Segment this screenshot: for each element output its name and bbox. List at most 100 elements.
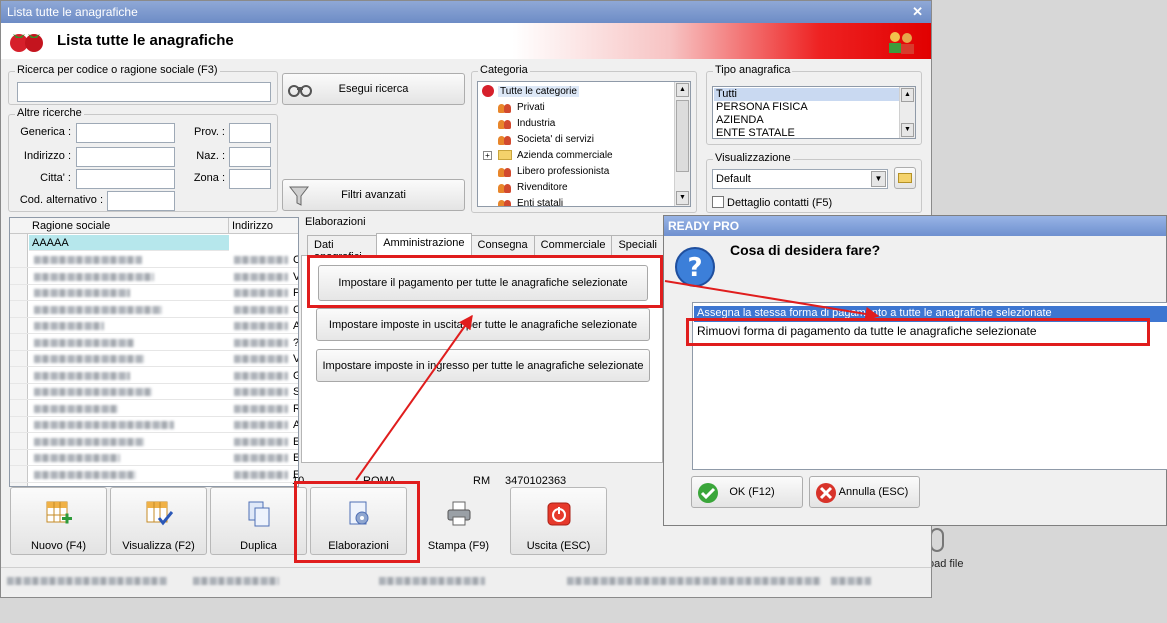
blurred-address — [234, 454, 288, 462]
table-row[interactable]: E — [10, 434, 298, 450]
generica-input[interactable] — [76, 123, 175, 143]
table-row[interactable]: V — [10, 351, 298, 367]
duplica-button[interactable]: Duplica — [210, 487, 307, 555]
table-row-selected[interactable]: AAAAA — [29, 235, 229, 251]
status-blurred-text — [7, 577, 167, 585]
visualizzazione-select[interactable]: Default ▼ — [712, 169, 888, 189]
annulla-button[interactable]: Annulla (ESC) — [809, 476, 920, 508]
visualizzazione-legend: Visualizzazione — [713, 152, 793, 164]
filtri-avanzati-button[interactable]: Filtri avanzati — [282, 179, 465, 211]
svg-text:?: ? — [687, 253, 702, 283]
blurred-name — [34, 437, 144, 446]
naz-input[interactable] — [229, 147, 271, 167]
cancel-icon — [816, 483, 836, 503]
scroll-down-icon[interactable]: ▼ — [676, 191, 689, 205]
header-strip: Lista tutte le anagrafiche — [1, 23, 931, 59]
column-divider — [228, 218, 229, 234]
tipo-scrollbar[interactable]: ▲ ▼ — [899, 87, 915, 138]
tab-consegna[interactable]: Consegna — [470, 235, 535, 255]
category-item[interactable]: Industria — [498, 115, 555, 131]
uscita-button[interactable]: Uscita (ESC) — [510, 487, 607, 555]
nuovo-button[interactable]: Nuovo (F4) — [10, 487, 107, 555]
status-blurred-text — [831, 577, 871, 585]
scroll-up-icon[interactable]: ▲ — [676, 83, 689, 97]
zona-input[interactable] — [229, 169, 271, 189]
cod-alternativo-input[interactable] — [107, 191, 175, 211]
category-item[interactable]: Societa' di servizi — [498, 131, 594, 147]
blurred-name — [34, 421, 174, 429]
tipo-item[interactable]: ENTE STATALE — [716, 127, 795, 138]
prov-label: Prov. : — [194, 126, 225, 138]
column-header[interactable]: Indirizzo — [232, 220, 273, 232]
table-row[interactable]: G — [10, 368, 298, 384]
expand-icon[interactable]: + — [483, 151, 492, 160]
zona-label: Zona : — [193, 172, 225, 184]
search-group: Ricerca per codice o ragione sociale (F3… — [8, 64, 278, 105]
open-folder-button[interactable] — [894, 167, 916, 189]
search-legend: Ricerca per codice o ragione sociale (F3… — [15, 64, 220, 76]
anagrafiche-grid[interactable]: Ragione sociale Indirizzo AAAAA CVPCA?VG… — [9, 217, 299, 487]
category-item[interactable]: Azienda commerciale — [498, 147, 613, 163]
elaborazioni-tabs: Dati anagrafici Amministrazione Consegna… — [307, 233, 664, 263]
scroll-thumb[interactable] — [676, 100, 689, 172]
blurred-address — [234, 470, 288, 479]
elaborazioni-panel: Elaborazioni Dati anagrafici Amministraz… — [299, 213, 664, 475]
tab-dati-anagrafici[interactable]: Dati anagrafici — [307, 235, 378, 263]
tab-amministrazione[interactable]: Amministrazione — [376, 233, 472, 255]
close-icon[interactable]: ✕ — [912, 4, 923, 20]
dialog-title: READY PRO — [664, 216, 1166, 236]
chevron-down-icon[interactable]: ▼ — [871, 171, 886, 187]
table-row[interactable]: E — [10, 467, 298, 483]
category-item[interactable]: Privati — [498, 99, 545, 115]
tipo-item[interactable]: AZIENDA — [716, 114, 764, 127]
scroll-down-icon[interactable]: ▼ — [901, 123, 914, 137]
category-item[interactable]: Enti statali — [498, 195, 563, 206]
categoria-scrollbar[interactable]: ▲ ▼ — [674, 82, 690, 206]
category-item[interactable]: Libero professionista — [498, 163, 609, 179]
blurred-name — [34, 454, 120, 462]
table-row[interactable]: A — [10, 318, 298, 334]
scroll-up-icon[interactable]: ▲ — [901, 88, 914, 102]
blurred-address — [234, 338, 288, 347]
blurred-address — [234, 256, 288, 264]
blurred-name — [34, 355, 144, 363]
table-row[interactable]: C — [10, 252, 298, 268]
categoria-tree[interactable]: Tutte le categorie Privati Industria Soc… — [477, 81, 691, 207]
prov-input[interactable] — [229, 123, 271, 143]
grid-bottom-prov: RM — [473, 475, 491, 487]
visualizza-button[interactable]: Visualizza (F2) — [110, 487, 207, 555]
background-file-label: oad file — [928, 558, 964, 570]
category-item[interactable]: Tutte le categorie — [482, 83, 579, 99]
esegui-ricerca-button[interactable]: Esegui ricerca — [282, 73, 465, 105]
tab-speciali[interactable]: Speciali — [611, 235, 664, 255]
tipo-list[interactable]: Tutti PERSONA FISICA AZIENDA ENTE STATAL… — [712, 86, 916, 139]
tipo-item[interactable]: PERSONA FISICA — [716, 101, 808, 114]
tipo-item[interactable]: Tutti — [716, 88, 737, 101]
table-row[interactable]: R — [10, 401, 298, 417]
table-row[interactable]: S — [10, 384, 298, 400]
imposte-ingresso-button[interactable]: Impostare imposte in ingresso per tutte … — [316, 349, 650, 382]
altre-legend: Altre ricerche — [15, 107, 84, 119]
table-row[interactable]: A — [10, 417, 298, 433]
status-bar — [1, 567, 931, 593]
category-item[interactable]: Rivenditore — [498, 179, 568, 195]
tab-commerciale[interactable]: Commerciale — [533, 235, 613, 255]
ok-button[interactable]: OK (F12) — [691, 476, 803, 508]
dettaglio-checkbox[interactable] — [712, 196, 724, 208]
imposte-uscita-button[interactable]: Impostare imposte in uscita per tutte le… — [316, 308, 650, 341]
grid-bottom-phone: 3470102363 — [505, 475, 567, 487]
blurred-name — [34, 371, 130, 380]
search-input[interactable] — [17, 82, 271, 102]
table-row[interactable]: E — [10, 450, 298, 466]
table-row[interactable]: V — [10, 269, 298, 285]
stampa-button[interactable]: Stampa (F9) — [410, 487, 507, 555]
selected-highlight — [714, 88, 899, 101]
table-row[interactable]: ? — [10, 335, 298, 351]
column-header[interactable]: Ragione sociale — [32, 220, 110, 232]
indirizzo-input[interactable] — [76, 147, 175, 167]
check-icon — [698, 483, 718, 503]
table-row[interactable]: P — [10, 285, 298, 301]
blurred-address — [234, 305, 288, 314]
citta-input[interactable] — [76, 169, 175, 189]
table-row[interactable]: C — [10, 302, 298, 318]
